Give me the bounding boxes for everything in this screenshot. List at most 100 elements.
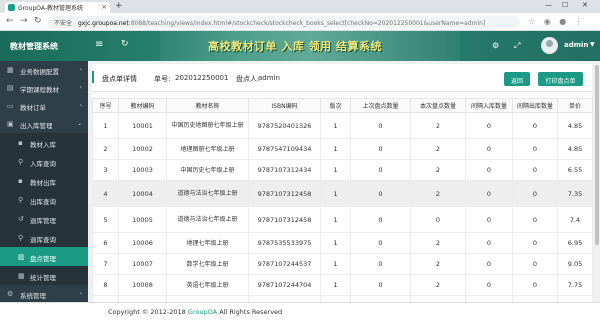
back-arrow-icon[interactable]: ← (6, 16, 14, 26)
table-cell: 0 (512, 206, 558, 233)
chevron-left-icon: ‹ (79, 84, 82, 91)
bookmark-star-icon[interactable]: ☆ (528, 17, 535, 26)
print-button[interactable]: 打印盘点单 (538, 72, 583, 86)
sidebar-subitem-inbound[interactable]: ▪ 教材入库 (0, 133, 88, 152)
table-row[interactable]: 8 10008 英语七年级上册 9787107244704 1 0 2 0 0 … (92, 274, 593, 296)
browser-menu-icon[interactable]: ⋮ (575, 17, 583, 26)
search-icon: ⚲ (18, 234, 24, 242)
sidebar-item-system[interactable]: ⚙ 系统管理 ‹ (0, 285, 88, 303)
column-header[interactable]: 序号 (92, 98, 119, 113)
column-header[interactable]: 教材编码 (118, 98, 167, 113)
table-row[interactable]: 4 10004 道德与法治七年级上册 9787107312458 1 0 2 0… (92, 180, 593, 207)
chevron-down-icon: ⌄ (76, 120, 82, 127)
column-header[interactable]: 本次盘点数量 (410, 98, 466, 113)
window-close-button[interactable]: ✕ (582, 1, 588, 9)
sidebar-subitem-outbound[interactable]: ▪ 教材出库 (0, 171, 88, 190)
table-row[interactable]: 2 10002 地理图册七年级上册 9787547109434 1 0 2 0 … (92, 138, 593, 160)
column-header[interactable]: ISBN编码 (248, 98, 321, 113)
checklist-icon: ▥ (18, 253, 25, 261)
table-cell: 0 (465, 180, 513, 207)
table-row[interactable]: 5 10005 道德与法治七年级上册 9787107312458 1 0 0 0… (92, 206, 593, 233)
table-cell: 5 (92, 206, 119, 233)
table-cell: 道德与法治七年级上册 (166, 180, 249, 207)
profile-icon[interactable]: ● (559, 17, 566, 26)
sidebar-item-course-books[interactable]: ▤ 学期课程教材 ‹ (0, 79, 88, 97)
reload-icon[interactable]: ↻ (34, 16, 42, 26)
user-name[interactable]: admin (564, 41, 588, 49)
sidebar-subitem-outbound-query[interactable]: ⚲ 出库查询 (0, 190, 88, 209)
table-cell: 9787107312434 (248, 159, 321, 181)
vertical-scrollbar[interactable] (594, 61, 600, 302)
minimize-button[interactable]: — (545, 1, 552, 9)
sidebar-item-label: 教材订单 (20, 104, 46, 112)
table-cell: 10007 (118, 253, 167, 275)
sidebar-item-business-config[interactable]: ▦ 业务数据配置 ‹ (0, 61, 88, 79)
chevron-left-icon: ‹ (79, 66, 82, 73)
table-cell: 7.4 (557, 206, 593, 233)
checker-label: 盘点人: (236, 75, 260, 83)
fullscreen-icon[interactable]: ⤢ (514, 41, 520, 51)
tab-title: GroupOA-教材管理系统 (18, 5, 84, 12)
table-header-row: 序号 教材编码 教材名称 ISBN编码 版次 上次盘点数量 本次盘点数量 间隔入… (92, 98, 593, 113)
sidebar-subitem-return[interactable]: ↺ 退库管理 (0, 209, 88, 228)
table-cell: 1 (320, 180, 351, 207)
sidebar-subitem-return-query[interactable]: ⚲ 退库查询 (0, 228, 88, 247)
settings-icon[interactable]: ⚙ (492, 41, 499, 50)
back-button[interactable]: 返回 (504, 72, 530, 86)
search-icon: ⚲ (18, 196, 24, 204)
column-header[interactable]: 教材名称 (166, 98, 249, 113)
column-header[interactable]: 单价 (557, 98, 593, 113)
table-cell: 9787107244537 (248, 253, 321, 275)
panel-header: 盘点单详情 单号: 202012250001 盘点人: admin 返回 打印盘… (92, 64, 592, 92)
table-cell: 1 (320, 159, 351, 181)
address-bar: ← → ↻ 不安全 gxjc.groupoa.net:8088/teaching… (0, 13, 600, 31)
chevron-down-icon[interactable]: ▼ (590, 41, 595, 48)
table-cell: 1 (320, 112, 351, 139)
menu-toggle-icon[interactable]: ≡ (95, 39, 103, 50)
stockcheck-table: 序号 教材编码 教材名称 ISBN编码 版次 上次盘点数量 本次盘点数量 间隔入… (92, 98, 593, 317)
table-cell: 0 (512, 274, 558, 296)
avatar[interactable] (541, 37, 558, 54)
table-cell: 2 (410, 232, 466, 254)
browser-tab[interactable]: GroupOA-教材管理系统 × (5, 2, 110, 13)
sidebar-subitem-inbound-query[interactable]: ⚲ 入库查询 (0, 152, 88, 171)
column-header[interactable]: 上次盘点数量 (350, 98, 411, 113)
table-cell: 7.75 (557, 274, 593, 296)
sidebar-subitem-stockcheck[interactable]: ▥ 盘点管理 (0, 247, 88, 266)
column-header[interactable]: 间隔入库数量 (465, 98, 513, 113)
table-row[interactable]: 1 10001 中国历史地图册七年级上册 9787520401326 1 0 2… (92, 112, 593, 139)
table-cell: 10008 (118, 274, 167, 296)
insecure-label[interactable]: 不安全 (54, 20, 72, 27)
table-cell: 0 (350, 159, 411, 181)
inbound-icon: ▪ (18, 139, 23, 147)
table-cell: 7.35 (557, 180, 593, 207)
tab-close-icon[interactable]: × (101, 3, 107, 11)
table-row[interactable]: 6 10006 地理七年级上册 9787535533975 1 0 2 0 0 … (92, 232, 593, 254)
extension-icon[interactable]: ◉ (544, 17, 551, 26)
table-cell: 数学七年级上册 (166, 253, 249, 275)
column-header[interactable]: 间隔出库数量 (512, 98, 558, 113)
table-row[interactable]: 7 10007 数学七年级上册 9787107244537 1 0 2 0 0 … (92, 253, 593, 275)
table-row[interactable]: 3 10003 中国历史七年级上册 9787107312434 1 0 2 0 … (92, 159, 593, 181)
table-cell: 2 (410, 180, 466, 207)
maximize-button[interactable]: ☐ (562, 1, 568, 9)
table-cell: 0 (465, 206, 513, 233)
table-cell: 3 (92, 159, 119, 181)
scrollbar-thumb[interactable] (595, 65, 599, 245)
table-cell: 1 (320, 138, 351, 160)
table-cell: 2 (410, 159, 466, 181)
table-cell: 0 (512, 180, 558, 207)
url-input[interactable]: 不安全 gxjc.groupoa.net:8088/teaching/views… (48, 16, 520, 28)
table-cell: 2 (92, 138, 119, 160)
sidebar-subitem-stats[interactable]: ▦ 统计管理 (0, 266, 88, 285)
table-cell: 中国历史七年级上册 (166, 159, 249, 181)
sidebar-item-orders[interactable]: ▭ 教材订单 ‹ (0, 97, 88, 115)
refresh-icon[interactable]: ↻ (121, 39, 129, 49)
column-header[interactable]: 版次 (320, 98, 351, 113)
table-cell: 2 (410, 112, 466, 139)
sidebar-subitem-label: 退库管理 (30, 217, 56, 225)
forward-arrow-icon[interactable]: → (20, 16, 28, 26)
new-tab-button[interactable]: + (115, 1, 123, 11)
sidebar-item-stock[interactable]: ▣ 出入库管理 ⌄ (0, 115, 88, 133)
footer-brand-link[interactable]: GroupOA (188, 308, 217, 316)
